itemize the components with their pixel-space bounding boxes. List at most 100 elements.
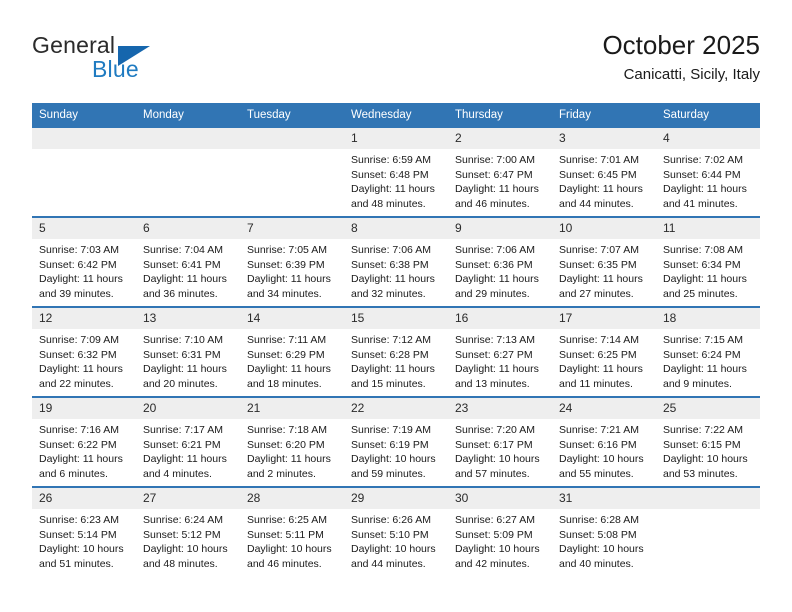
day-details: Sunrise: 7:14 AM Sunset: 6:25 PM Daylight:… [552,329,656,391]
day-number [32,128,136,149]
sunset-text: Sunset: 6:29 PM [247,348,325,361]
sunrise-text: Sunrise: 7:19 AM [351,424,431,436]
calendar-day-cell[interactable]: 30 Sunrise: 6:27 AM Sunset: 5:09 PM Dayligh… [448,486,552,576]
daylight-text: Daylight: 11 hours and 15 minutes. [351,363,435,390]
weekday-header-row: Sunday Monday Tuesday Wednesday Thursday… [32,103,760,127]
daylight-text: Daylight: 10 hours and 59 minutes. [351,453,436,480]
calendar-day-cell-empty [656,486,760,576]
sunrise-text: Sunrise: 7:05 AM [247,244,327,256]
daylight-text: Daylight: 11 hours and 36 minutes. [143,273,227,300]
day-number [136,128,240,149]
sunset-text: Sunset: 6:35 PM [559,258,637,271]
sunrise-text: Sunrise: 7:04 AM [143,244,223,256]
calendar-day-cell[interactable]: 27 Sunrise: 6:24 AM Sunset: 5:12 PM Dayligh… [136,486,240,576]
weekday-header-saturday: Saturday [656,103,760,127]
calendar-day-cell[interactable]: 11 Sunrise: 7:08 AM Sunset: 6:34 PM Dayligh… [656,216,760,307]
day-details: Sunrise: 7:06 AM Sunset: 6:36 PM Daylight:… [448,239,552,301]
calendar-day-cell[interactable]: 4 Sunrise: 7:02 AM Sunset: 6:44 PM Daylight… [656,126,760,217]
daylight-text: Daylight: 11 hours and 18 minutes. [247,363,331,390]
day-details: Sunrise: 7:04 AM Sunset: 6:41 PM Daylight:… [136,239,240,301]
calendar-day-cell[interactable]: 20 Sunrise: 7:17 AM Sunset: 6:21 PM Dayligh… [136,396,240,487]
calendar-day-cell[interactable]: 9 Sunrise: 7:06 AM Sunset: 6:36 PM Daylight… [448,216,552,307]
calendar-day-cell[interactable]: 28 Sunrise: 6:25 AM Sunset: 5:11 PM Dayligh… [240,486,344,576]
calendar-day-cell[interactable]: 24 Sunrise: 7:21 AM Sunset: 6:16 PM Dayligh… [552,396,656,487]
calendar-day-cell[interactable]: 18 Sunrise: 7:15 AM Sunset: 6:24 PM Dayligh… [656,306,760,397]
sunrise-text: Sunrise: 6:27 AM [455,514,535,526]
calendar-day-cell[interactable]: 12 Sunrise: 7:09 AM Sunset: 6:32 PM Dayligh… [32,306,136,397]
daylight-text: Daylight: 11 hours and 34 minutes. [247,273,331,300]
sunrise-text: Sunrise: 6:28 AM [559,514,639,526]
daylight-text: Daylight: 10 hours and 51 minutes. [39,543,124,570]
day-number: 20 [136,398,240,419]
calendar-day-cell[interactable]: 14 Sunrise: 7:11 AM Sunset: 6:29 PM Dayligh… [240,306,344,397]
sunrise-text: Sunrise: 6:25 AM [247,514,327,526]
calendar-day-cell[interactable]: 21 Sunrise: 7:18 AM Sunset: 6:20 PM Dayligh… [240,396,344,487]
sunset-text: Sunset: 6:27 PM [455,348,533,361]
sunrise-text: Sunrise: 7:13 AM [455,334,535,346]
calendar-day-cell[interactable]: 17 Sunrise: 7:14 AM Sunset: 6:25 PM Dayligh… [552,306,656,397]
day-number: 16 [448,308,552,329]
sunrise-text: Sunrise: 7:07 AM [559,244,639,256]
sunrise-text: Sunrise: 7:06 AM [351,244,431,256]
day-details: Sunrise: 7:16 AM Sunset: 6:22 PM Daylight:… [32,419,136,481]
day-number: 30 [448,488,552,509]
general-blue-logo[interactable]: General Blue [32,32,252,90]
calendar-grid: Sunday Monday Tuesday Wednesday Thursday… [32,103,760,576]
sunset-text: Sunset: 6:16 PM [559,438,637,451]
sunrise-text: Sunrise: 7:16 AM [39,424,119,436]
calendar-day-cell[interactable]: 6 Sunrise: 7:04 AM Sunset: 6:41 PM Daylight… [136,216,240,307]
sunset-text: Sunset: 6:48 PM [351,168,429,181]
sunrise-text: Sunrise: 7:18 AM [247,424,327,436]
day-number: 26 [32,488,136,509]
calendar-day-cell[interactable]: 5 Sunrise: 7:03 AM Sunset: 6:42 PM Daylight… [32,216,136,307]
calendar-day-cell[interactable]: 29 Sunrise: 6:26 AM Sunset: 5:10 PM Dayligh… [344,486,448,576]
calendar-day-cell[interactable]: 3 Sunrise: 7:01 AM Sunset: 6:45 PM Daylight… [552,126,656,217]
calendar-day-cell[interactable]: 19 Sunrise: 7:16 AM Sunset: 6:22 PM Dayligh… [32,396,136,487]
day-details: Sunrise: 7:03 AM Sunset: 6:42 PM Daylight:… [32,239,136,301]
page-header: General Blue October 2025 Canicatti, Sic… [0,28,792,90]
day-number: 13 [136,308,240,329]
calendar-day-cell[interactable]: 26 Sunrise: 6:23 AM Sunset: 5:14 PM Dayligh… [32,486,136,576]
day-details: Sunrise: 7:12 AM Sunset: 6:28 PM Daylight:… [344,329,448,391]
calendar-day-cell[interactable]: 7 Sunrise: 7:05 AM Sunset: 6:39 PM Daylight… [240,216,344,307]
calendar-day-cell[interactable]: 23 Sunrise: 7:20 AM Sunset: 6:17 PM Dayligh… [448,396,552,487]
day-details: Sunrise: 7:22 AM Sunset: 6:15 PM Daylight:… [656,419,760,481]
calendar-day-cell[interactable]: 10 Sunrise: 7:07 AM Sunset: 6:35 PM Dayligh… [552,216,656,307]
day-details: Sunrise: 6:24 AM Sunset: 5:12 PM Daylight:… [136,509,240,571]
calendar-day-cell[interactable]: 25 Sunrise: 7:22 AM Sunset: 6:15 PM Dayligh… [656,396,760,487]
day-number: 4 [656,128,760,149]
daylight-text: Daylight: 11 hours and 44 minutes. [559,183,643,210]
calendar-day-cell[interactable]: 15 Sunrise: 7:12 AM Sunset: 6:28 PM Dayligh… [344,306,448,397]
calendar-day-cell[interactable]: 1 Sunrise: 6:59 AM Sunset: 6:48 PM Daylight… [344,126,448,217]
sunset-text: Sunset: 6:44 PM [663,168,741,181]
day-details: Sunrise: 6:59 AM Sunset: 6:48 PM Daylight:… [344,149,448,211]
sunset-text: Sunset: 6:39 PM [247,258,325,271]
sunset-text: Sunset: 6:45 PM [559,168,637,181]
day-details: Sunrise: 7:17 AM Sunset: 6:21 PM Daylight:… [136,419,240,481]
calendar-day-cell[interactable]: 16 Sunrise: 7:13 AM Sunset: 6:27 PM Dayligh… [448,306,552,397]
calendar-page: General Blue October 2025 Canicatti, Sic… [0,0,792,612]
calendar-day-cell[interactable]: 2 Sunrise: 7:00 AM Sunset: 6:47 PM Daylight… [448,126,552,217]
sunset-text: Sunset: 6:22 PM [39,438,117,451]
weekday-header-sunday: Sunday [32,103,136,127]
day-number: 24 [552,398,656,419]
sunrise-text: Sunrise: 7:03 AM [39,244,119,256]
daylight-text: Daylight: 10 hours and 44 minutes. [351,543,436,570]
day-number: 17 [552,308,656,329]
day-details: Sunrise: 7:18 AM Sunset: 6:20 PM Daylight:… [240,419,344,481]
daylight-text: Daylight: 10 hours and 40 minutes. [559,543,644,570]
sunset-text: Sunset: 5:14 PM [39,528,117,541]
daylight-text: Daylight: 11 hours and 48 minutes. [351,183,435,210]
day-details: Sunrise: 6:28 AM Sunset: 5:08 PM Daylight:… [552,509,656,571]
sunrise-text: Sunrise: 7:09 AM [39,334,119,346]
day-details: Sunrise: 7:01 AM Sunset: 6:45 PM Daylight:… [552,149,656,211]
calendar-day-cell[interactable]: 22 Sunrise: 7:19 AM Sunset: 6:19 PM Dayligh… [344,396,448,487]
calendar-day-cell[interactable]: 13 Sunrise: 7:10 AM Sunset: 6:31 PM Dayligh… [136,306,240,397]
day-details: Sunrise: 7:20 AM Sunset: 6:17 PM Daylight:… [448,419,552,481]
day-number: 25 [656,398,760,419]
calendar-day-cell[interactable]: 8 Sunrise: 7:06 AM Sunset: 6:38 PM Daylight… [344,216,448,307]
calendar-day-cell[interactable]: 31 Sunrise: 6:28 AM Sunset: 5:08 PM Dayligh… [552,486,656,576]
day-details: Sunrise: 6:26 AM Sunset: 5:10 PM Daylight:… [344,509,448,571]
sunset-text: Sunset: 6:21 PM [143,438,221,451]
day-number: 28 [240,488,344,509]
